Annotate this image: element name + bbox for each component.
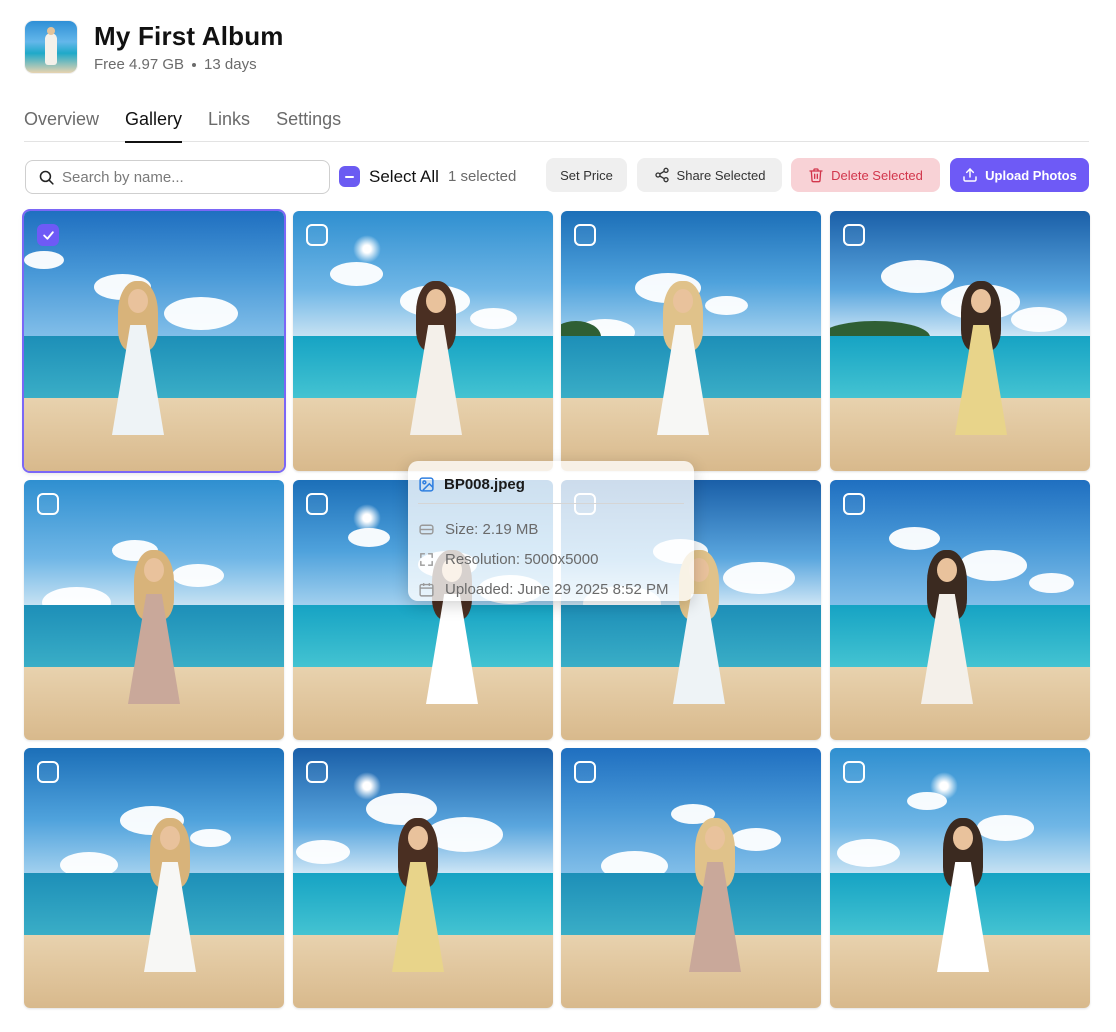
album-page: My First Album Free 4.97 GB 13 days Over… (0, 0, 1116, 1032)
photo-select-checkbox[interactable] (843, 761, 865, 783)
photo-cloud (881, 260, 954, 293)
photo-tile[interactable] (293, 748, 553, 1008)
photo-select-checkbox[interactable] (37, 761, 59, 783)
photo-cloud (959, 550, 1027, 581)
photo-select-checkbox[interactable] (37, 493, 59, 515)
delete-selected-label: Delete Selected (831, 167, 923, 183)
album-title: My First Album (94, 21, 284, 51)
photo-cloud (731, 828, 781, 851)
calendar-icon (419, 582, 434, 597)
photo-cloud (470, 308, 517, 330)
upload-photos-label: Upload Photos (985, 167, 1077, 183)
photo-select-checkbox[interactable] (843, 224, 865, 246)
photo-cloud (889, 527, 940, 550)
select-all-control[interactable]: Select All 1 selected (339, 166, 516, 187)
photo-select-checkbox[interactable] (574, 761, 596, 783)
selected-count: 1 selected (447, 168, 517, 185)
album-header: My First Album Free 4.97 GB 13 days (25, 20, 284, 73)
photo-cloud (1011, 307, 1067, 333)
photo-tile[interactable] (24, 211, 284, 471)
photo-tile[interactable] (24, 480, 284, 740)
album-free-space: Free 4.97 GB (94, 56, 185, 73)
upload-photos-button[interactable]: Upload Photos (950, 158, 1089, 192)
set-price-label: Set Price (560, 167, 613, 183)
tooltip-uploaded: Uploaded: June 29 2025 8:52 PM (445, 580, 669, 598)
photo-select-checkbox[interactable] (37, 224, 59, 246)
set-price-button[interactable]: Set Price (546, 158, 627, 192)
trash-icon (809, 168, 823, 183)
photo-sun (930, 772, 958, 800)
separator-dot (192, 62, 197, 67)
photo-sun (353, 504, 381, 532)
tab-gallery[interactable]: Gallery (125, 106, 183, 143)
photo-sun (353, 772, 381, 800)
photo-tile[interactable] (293, 211, 553, 471)
tooltip-filename: BP008.jpeg (444, 475, 525, 493)
checkmark-icon (42, 230, 54, 240)
search-icon (39, 170, 54, 185)
photo-tile[interactable] (830, 480, 1090, 740)
photo-select-checkbox[interactable] (306, 493, 328, 515)
storage-icon (419, 524, 434, 534)
photo-cloud (24, 251, 64, 269)
delete-selected-button[interactable]: Delete Selected (791, 158, 940, 192)
search-box[interactable] (25, 160, 330, 194)
photo-tile[interactable] (830, 748, 1090, 1008)
tooltip-title: BP008.jpeg (418, 473, 684, 495)
photo-tile[interactable] (561, 211, 821, 471)
photo-select-checkbox[interactable] (574, 224, 596, 246)
tab-settings[interactable]: Settings (276, 106, 341, 142)
photo-sun (353, 235, 381, 263)
album-cover-thumbnail (25, 20, 77, 73)
select-all-checkbox[interactable] (339, 166, 360, 187)
album-tabs: Overview Gallery Links Settings (24, 106, 1089, 143)
photo-cloud (164, 297, 238, 331)
photo-select-checkbox[interactable] (306, 761, 328, 783)
share-selected-button[interactable]: Share Selected (637, 158, 782, 192)
photo-sand (293, 667, 553, 740)
photo-select-checkbox[interactable] (306, 224, 328, 246)
tooltip-size: Size: 2.19 MB (445, 520, 539, 538)
tooltip-resolution: Resolution: 5000x5000 (445, 550, 599, 568)
tooltip-resolution-row: Resolution: 5000x5000 (418, 544, 684, 574)
album-meta: Free 4.97 GB 13 days (94, 56, 284, 73)
tab-overview[interactable]: Overview (24, 106, 99, 142)
photo-select-checkbox[interactable] (843, 493, 865, 515)
photo-cloud (330, 262, 383, 286)
share-selected-label: Share Selected (676, 167, 766, 183)
album-days: 13 days (204, 56, 257, 73)
tab-links[interactable]: Links (208, 106, 250, 142)
photo-cloud (977, 815, 1034, 841)
photo-tile[interactable] (24, 748, 284, 1008)
tooltip-uploaded-row: Uploaded: June 29 2025 8:52 PM (418, 574, 684, 604)
image-file-icon (419, 476, 434, 492)
upload-icon (963, 168, 977, 182)
share-icon (654, 167, 669, 183)
tooltip-size-row: Size: 2.19 MB (418, 514, 684, 544)
tooltip-divider (418, 503, 684, 504)
select-all-label[interactable]: Select All (369, 167, 439, 187)
photo-info-tooltip: BP008.jpeg Size: 2.19 MB Resolution: 500… (408, 461, 694, 601)
resolution-icon (420, 552, 433, 566)
photo-tile[interactable] (561, 748, 821, 1008)
search-input[interactable] (62, 168, 312, 186)
photo-tile[interactable] (830, 211, 1090, 471)
